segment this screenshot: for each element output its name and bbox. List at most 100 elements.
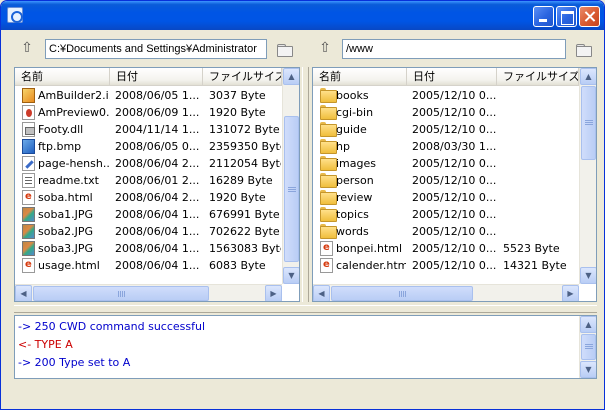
file-icon (22, 190, 35, 205)
remote-scroll-left-icon[interactable]: ◀ (313, 285, 330, 301)
file-size (503, 138, 578, 155)
title-bar[interactable] (1, 1, 604, 30)
local-up-folder-icon[interactable]: ⇧ (19, 40, 35, 56)
minimize-icon[interactable] (533, 6, 554, 27)
table-row[interactable]: soba.html 2008/06/04 2... 1920 Byte (15, 189, 282, 206)
folder-icon (320, 173, 337, 188)
folder-icon (320, 207, 337, 222)
file-date: 2005/12/10 0... (412, 174, 496, 187)
local-file-list: 名前 日付 ファイルサイズ AmBuilder2.i... 2008/06/05 … (14, 67, 300, 302)
file-size (503, 172, 578, 189)
file-icon (22, 207, 35, 222)
remote-header-size[interactable]: ファイルサイズ (497, 68, 579, 86)
file-date: 2008/06/04 2... (115, 157, 200, 170)
table-row[interactable]: topics 2005/12/10 0... (313, 206, 579, 223)
file-date: 2005/12/10 0... (412, 89, 496, 102)
file-date: 2005/12/10 0... (412, 106, 496, 119)
file-size: 5523 Byte (503, 242, 560, 255)
file-name: cgi-bin (336, 106, 374, 119)
log-vscroll-thumb[interactable] (581, 334, 596, 360)
file-size (503, 189, 578, 206)
local-browse-folder-icon[interactable] (276, 42, 294, 57)
table-row[interactable]: books 2005/12/10 0... (313, 87, 579, 104)
remote-hscroll-thumb[interactable] (331, 286, 473, 301)
table-row[interactable]: AmBuilder2.i... 2008/06/05 1... 3037 Byte (15, 87, 282, 104)
table-row[interactable]: soba1.JPG 2008/06/04 1... 676991 Byte (15, 206, 282, 223)
remote-header-name[interactable]: 名前 (313, 68, 407, 86)
file-name: ftp.bmp (38, 140, 82, 153)
remote-list-header: 名前 日付 ファイルサイズ (313, 68, 579, 86)
log-line: -> 250 CWD command successful (18, 320, 206, 333)
file-size (503, 223, 578, 240)
file-date: 2008/06/01 2... (115, 174, 200, 187)
file-size (503, 87, 578, 104)
local-scroll-up-icon[interactable]: ▲ (283, 68, 299, 85)
local-vertical-scrollbar[interactable]: ▲ ▼ (282, 68, 299, 284)
table-row[interactable]: calender.html 2005/12/10 0... 14321 Byte (313, 257, 579, 274)
log-scroll-down-icon[interactable]: ▼ (580, 361, 596, 378)
remote-vscroll-thumb[interactable] (581, 86, 596, 160)
file-date: 2008/06/04 1... (115, 242, 200, 255)
table-row[interactable]: Footy.dll 2004/11/14 1... 131072 Byte (15, 121, 282, 138)
file-icon (22, 105, 35, 120)
table-row[interactable]: person 2005/12/10 0... (313, 172, 579, 189)
table-row[interactable]: bonpei.html 2005/12/10 0... 5523 Byte (313, 240, 579, 257)
table-row[interactable]: usage.html 2008/06/04 1... 6083 Byte (15, 257, 282, 274)
remote-scroll-right-icon[interactable]: ▶ (562, 285, 579, 301)
remote-horizontal-scrollbar[interactable]: ◀ ▶ (313, 284, 579, 301)
file-date: 2008/06/09 1... (115, 106, 200, 119)
file-name: books (336, 89, 369, 102)
log-splitter[interactable] (14, 305, 597, 313)
table-row[interactable]: words 2005/12/10 0... (313, 223, 579, 240)
maximize-icon[interactable] (556, 6, 577, 27)
table-row[interactable]: AmPreview0... 2008/06/09 1... 1920 Byte (15, 104, 282, 121)
local-horizontal-scrollbar[interactable]: ◀ ▶ (15, 284, 282, 301)
file-date: 2004/11/14 1... (115, 123, 200, 136)
file-name: bonpei.html (336, 242, 403, 255)
log-line: -> 200 Type set to A (18, 356, 131, 369)
log-vertical-scrollbar[interactable]: ▲ ▼ (579, 316, 596, 378)
file-size: 2359350 Byte (209, 140, 281, 153)
table-row[interactable]: page-hensh... 2008/06/04 2... 2112054 Byte (15, 155, 282, 172)
remote-vertical-scrollbar[interactable]: ▲ ▼ (579, 68, 596, 284)
table-row[interactable]: readme.txt 2008/06/01 2... 16289 Byte (15, 172, 282, 189)
file-date: 2005/12/10 0... (412, 123, 496, 136)
table-row[interactable]: soba2.JPG 2008/06/04 1... 702622 Byte (15, 223, 282, 240)
file-name: AmBuilder2.i... (38, 89, 110, 102)
file-name: usage.html (38, 259, 100, 272)
table-row[interactable]: images 2005/12/10 0... (313, 155, 579, 172)
table-row[interactable]: cgi-bin 2005/12/10 0... (313, 104, 579, 121)
remote-scroll-down-icon[interactable]: ▼ (580, 267, 596, 284)
table-row[interactable]: soba3.JPG 2008/06/04 1... 1563083 Byte (15, 240, 282, 257)
command-log[interactable]: -> 250 CWD command successful <- TYPE A … (14, 315, 597, 379)
file-name: Footy.dll (38, 123, 84, 136)
local-header-date[interactable]: 日付 (110, 68, 203, 86)
file-name: person (336, 174, 374, 187)
table-row[interactable]: hp 2008/03/30 1... (313, 138, 579, 155)
local-scroll-right-icon[interactable]: ▶ (265, 285, 282, 301)
remote-path-input[interactable]: /www (342, 39, 566, 59)
file-icon (22, 258, 35, 273)
file-icon (320, 258, 333, 273)
close-icon[interactable] (579, 6, 600, 27)
local-vscroll-thumb[interactable] (284, 116, 299, 262)
log-scroll-up-icon[interactable]: ▲ (580, 316, 596, 333)
local-header-name[interactable]: 名前 (15, 68, 110, 86)
remote-up-folder-icon[interactable]: ⇧ (317, 40, 333, 56)
local-scroll-down-icon[interactable]: ▼ (283, 267, 299, 284)
local-scroll-left-icon[interactable]: ◀ (15, 285, 32, 301)
file-size (503, 104, 578, 121)
local-hscroll-thumb[interactable] (33, 286, 209, 301)
remote-header-date[interactable]: 日付 (407, 68, 497, 86)
local-header-size[interactable]: ファイルサイズ (203, 68, 282, 86)
table-row[interactable]: review 2005/12/10 0... (313, 189, 579, 206)
file-name: soba3.JPG (38, 242, 94, 255)
local-list-header: 名前 日付 ファイルサイズ (15, 68, 282, 86)
remote-scroll-up-icon[interactable]: ▲ (580, 68, 596, 85)
app-icon[interactable] (7, 7, 23, 23)
local-path-input[interactable]: C:¥Documents and Settings¥Administrator (45, 39, 267, 59)
table-row[interactable]: ftp.bmp 2008/06/05 0... 2359350 Byte (15, 138, 282, 155)
table-row[interactable]: guide 2005/12/10 0... (313, 121, 579, 138)
pane-splitter[interactable] (302, 67, 309, 302)
remote-browse-folder-icon[interactable] (575, 42, 593, 57)
